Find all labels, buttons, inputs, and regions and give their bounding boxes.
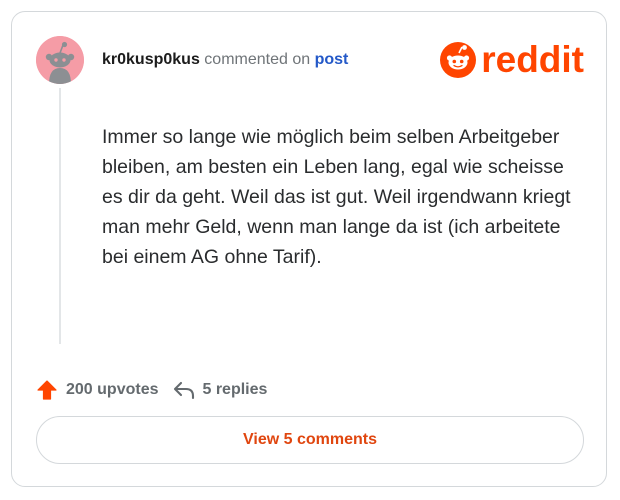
snoo-logo-icon (440, 42, 477, 78)
brand-name: reddit (481, 39, 584, 80)
upvote-arrow-icon (37, 380, 57, 400)
snoo-avatar-icon (36, 36, 84, 84)
avatar[interactable] (36, 36, 84, 84)
replies-group[interactable]: 5 replies (172, 379, 267, 401)
reply-count: 5 replies (202, 381, 268, 398)
reply-arrow-icon (174, 381, 195, 400)
comment-stats: 200 upvotes 5 replies (36, 379, 267, 401)
upvote-count: 200 upvotes (66, 381, 159, 398)
comment-card: kr0kusp0kus commented on post reddit Imm… (11, 11, 607, 487)
reddit-logo[interactable]: reddit (439, 40, 584, 80)
upvote-group[interactable]: 200 upvotes (36, 379, 158, 401)
username[interactable]: kr0kusp0kus (102, 51, 200, 68)
comment-body: Immer so lange wie möglich beim selben A… (102, 126, 571, 268)
comment-header: kr0kusp0kus commented on post (102, 50, 348, 70)
action-text: commented on (204, 51, 311, 68)
post-link[interactable]: post (315, 51, 349, 68)
view-comments-button[interactable]: View 5 comments (36, 416, 584, 464)
thread-line (59, 88, 61, 344)
